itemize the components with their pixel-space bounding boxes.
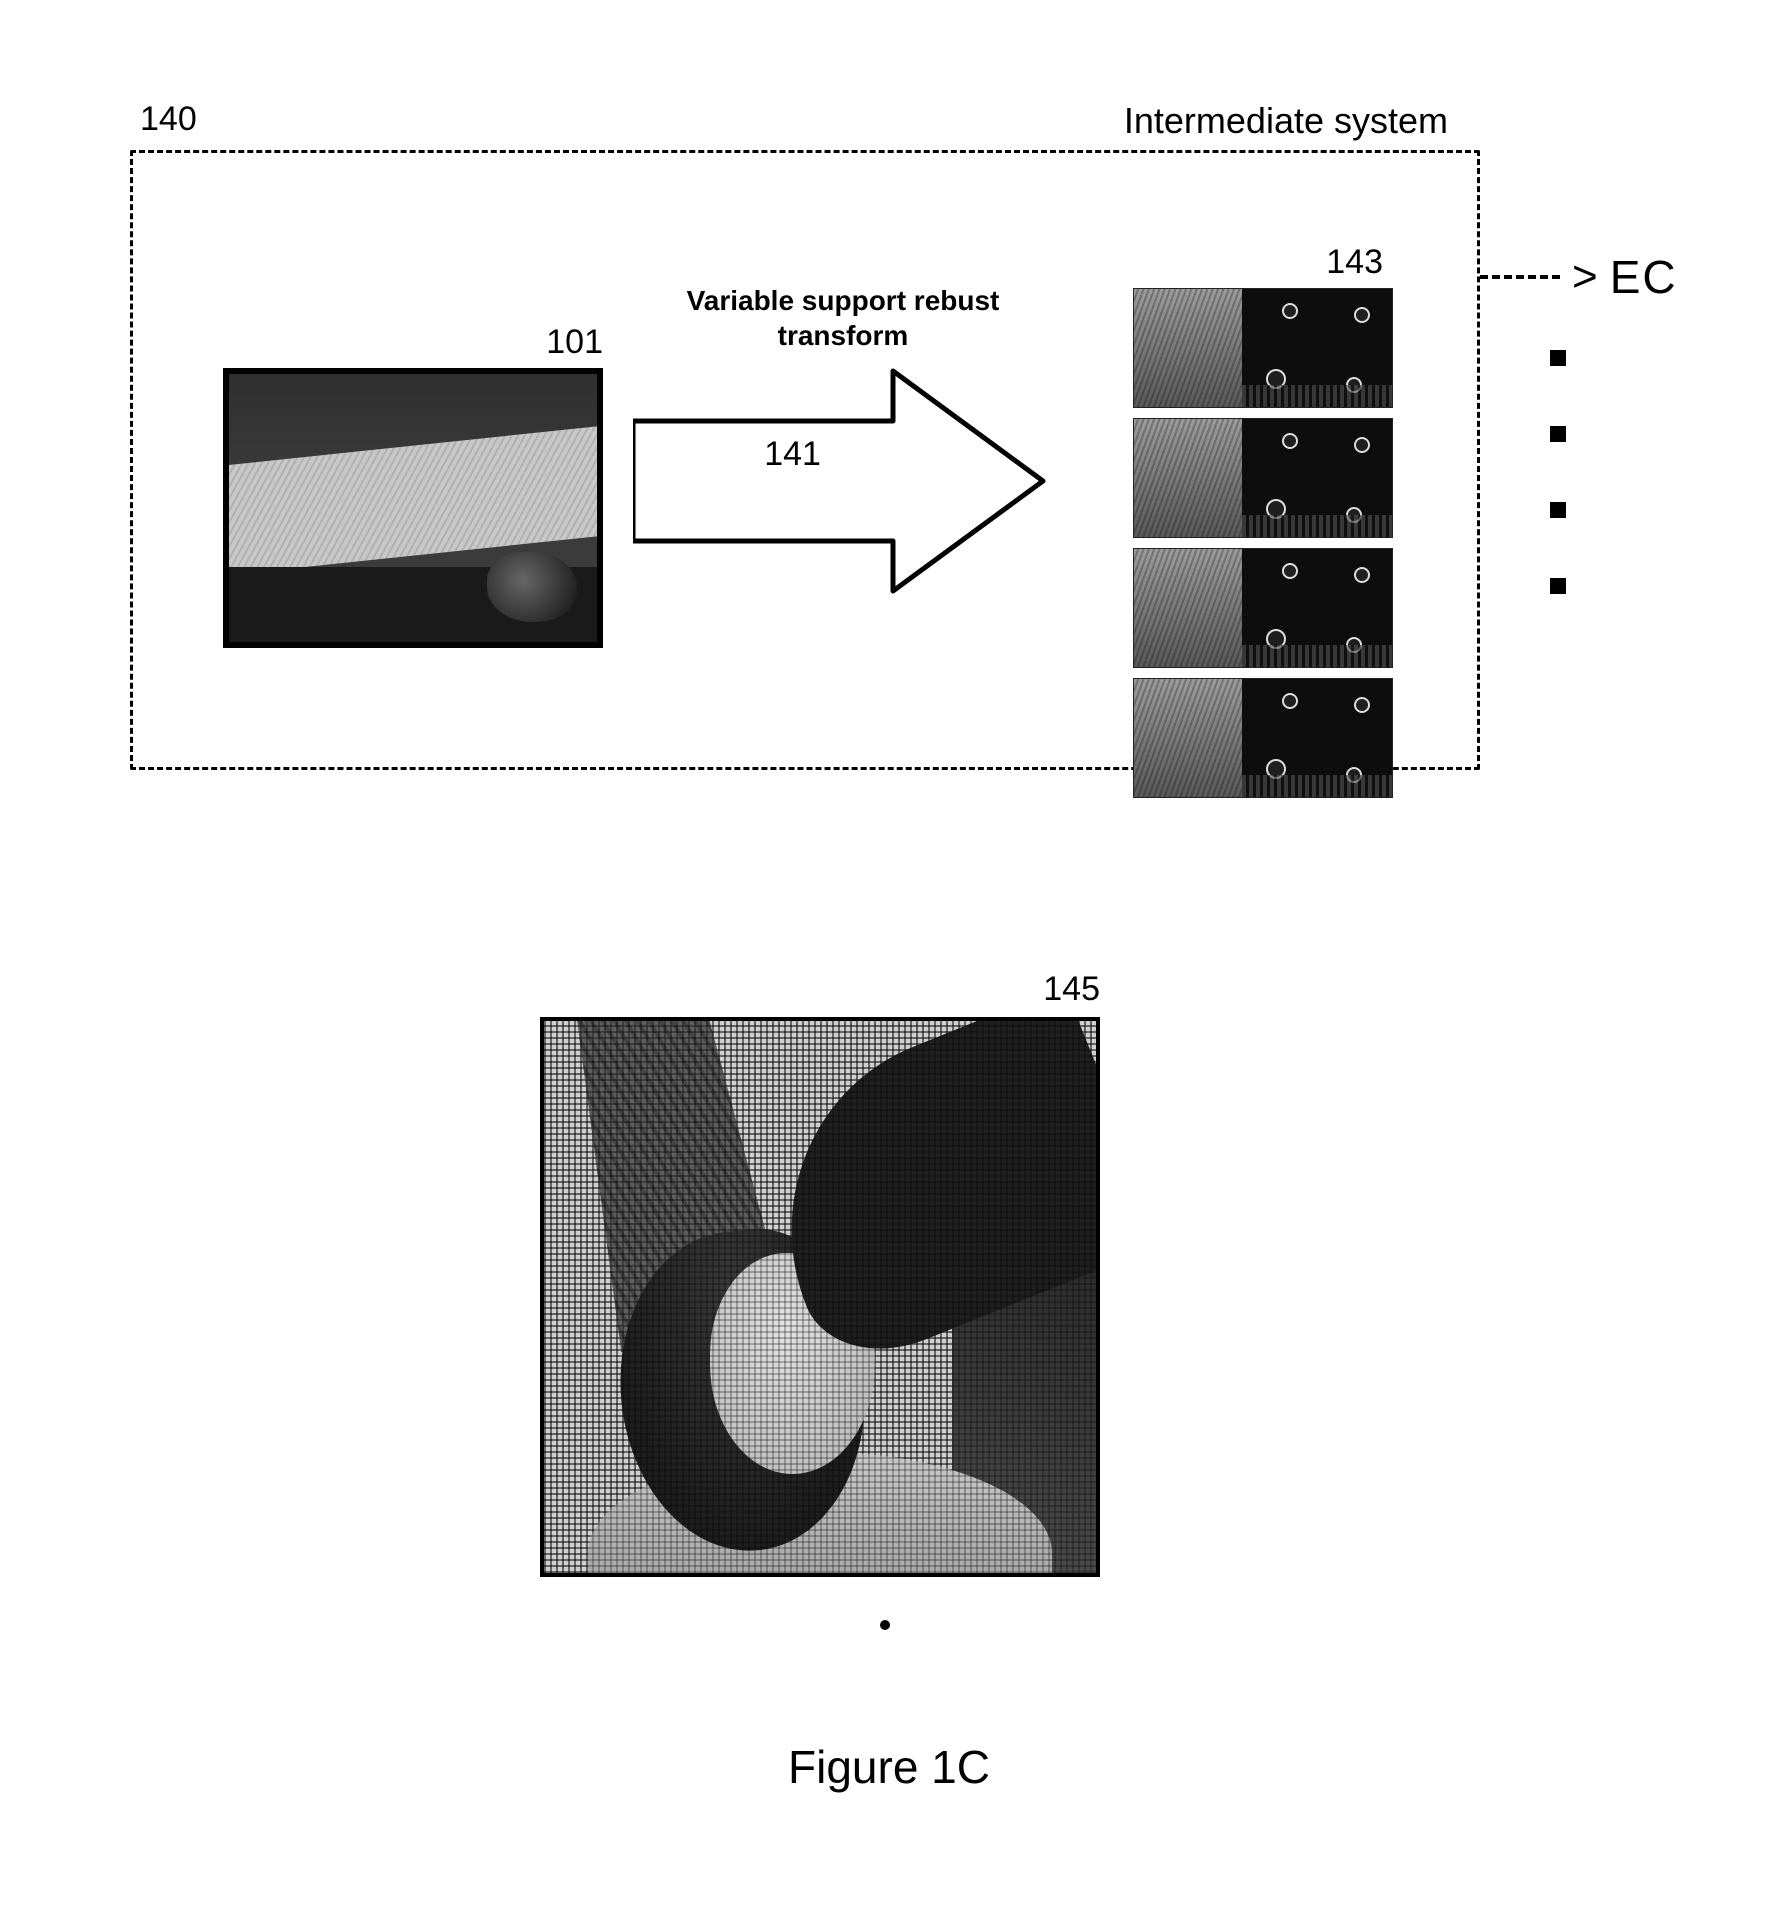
input-image-label: 101 — [223, 323, 603, 362]
input-image-group: 101 — [223, 323, 603, 648]
thumbnail-image — [1133, 288, 1393, 408]
bullet-square — [1550, 502, 1566, 518]
arrow-number-label: 141 — [764, 435, 821, 474]
punctuation-dot — [880, 1620, 890, 1630]
transform-title-line1: Variable support rebust — [687, 285, 1000, 316]
output-thumbnail-stack: 143 — [1133, 243, 1393, 808]
ec-output-arrow: > EC — [1480, 250, 1678, 304]
transform-title: Variable support rebust transform — [633, 283, 1053, 353]
bullet-square — [1550, 578, 1566, 594]
thumbnail-stack-label: 143 — [1133, 243, 1393, 282]
system-title-label: Intermediate system — [1124, 100, 1448, 142]
output-image-label: 145 — [540, 970, 1100, 1009]
thumbnail-image — [1133, 418, 1393, 538]
intermediate-system-box: 101 Variable support rebust transform 14… — [130, 150, 1480, 770]
ec-label: EC — [1610, 250, 1678, 304]
figure-caption: Figure 1C — [100, 1740, 1678, 1794]
system-number-label: 140 — [140, 100, 197, 139]
thumbnail-image — [1133, 548, 1393, 668]
output-image — [540, 1017, 1100, 1577]
transform-title-line2: transform — [778, 320, 909, 351]
ec-arrowhead: > — [1572, 255, 1598, 299]
input-image — [223, 368, 603, 648]
bullet-square — [1550, 426, 1566, 442]
arrow-icon — [633, 361, 1053, 601]
ec-dashed-line — [1480, 275, 1560, 279]
ellipsis-bullets — [1550, 350, 1566, 594]
output-image-group: 145 — [540, 970, 1100, 1577]
transform-arrow-group: Variable support rebust transform 141 — [633, 283, 1053, 601]
bullet-square — [1550, 350, 1566, 366]
thumbnail-image — [1133, 678, 1393, 798]
